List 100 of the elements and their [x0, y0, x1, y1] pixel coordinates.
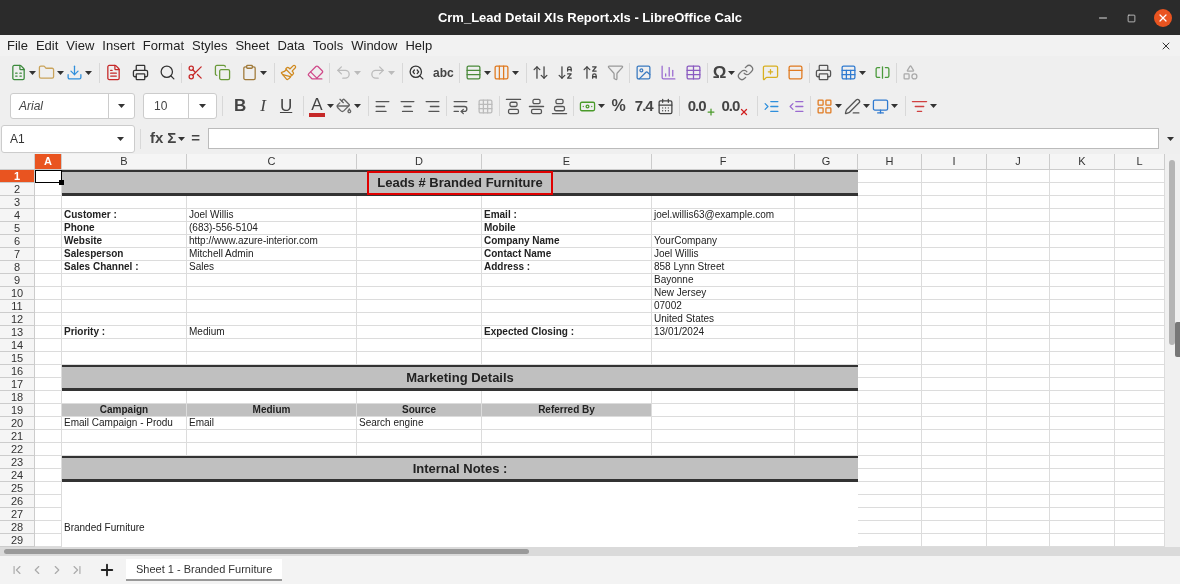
- toolbar-glyph[interactable]: fx: [150, 127, 164, 150]
- toolbar-glyph[interactable]: 0.0: [687, 94, 706, 118]
- font-name-field[interactable]: Arial: [10, 93, 135, 119]
- table-cell[interactable]: 13/01/2024: [652, 326, 795, 339]
- column-header[interactable]: L: [1115, 154, 1165, 170]
- menu-item[interactable]: File: [3, 35, 32, 56]
- menu-item[interactable]: Sheet: [231, 35, 274, 56]
- menu-item[interactable]: Insert: [98, 35, 139, 56]
- font-color-button[interactable]: A: [309, 95, 325, 117]
- field-label[interactable]: Sales Channel :: [62, 261, 187, 274]
- row-header[interactable]: 22: [0, 443, 35, 456]
- row-header[interactable]: 3: [0, 196, 35, 209]
- row-header[interactable]: 29: [0, 534, 35, 547]
- row-header[interactable]: 15: [0, 352, 35, 365]
- row-header[interactable]: 16: [0, 365, 35, 378]
- row-header[interactable]: 25: [0, 482, 35, 495]
- table-cell[interactable]: http://www.azure-interior.com: [187, 235, 357, 248]
- table-cell[interactable]: New Jersey: [652, 287, 795, 300]
- toolbar-glyph[interactable]: %: [611, 94, 626, 118]
- column-header[interactable]: F: [652, 154, 795, 170]
- toolbar-glyph[interactable]: Ω: [712, 59, 727, 86]
- column-heading[interactable]: Medium: [187, 404, 357, 417]
- field-label[interactable]: Phone: [62, 222, 187, 235]
- toolbar-glyph[interactable]: =: [191, 127, 201, 150]
- field-label[interactable]: Company Name: [482, 235, 652, 248]
- row-header[interactable]: 8: [0, 261, 35, 274]
- font-size-field[interactable]: 10: [143, 93, 217, 119]
- column-heading[interactable]: Referred By: [482, 404, 652, 417]
- row-header[interactable]: 4: [0, 209, 35, 222]
- table-cell[interactable]: Email: [187, 417, 357, 430]
- table-cell[interactable]: Bayonne: [652, 274, 795, 287]
- field-label[interactable]: Website: [62, 235, 187, 248]
- toolbar-glyph[interactable]: 7.4: [634, 94, 653, 118]
- field-label[interactable]: Priority :: [62, 326, 187, 339]
- menu-item[interactable]: Tools: [308, 35, 348, 56]
- row-header[interactable]: 23: [0, 456, 35, 469]
- name-box[interactable]: A1: [1, 124, 135, 153]
- menu-item[interactable]: Format: [138, 35, 188, 56]
- column-header[interactable]: H: [858, 154, 922, 170]
- table-cell[interactable]: Email Campaign - Produ: [62, 417, 187, 430]
- row-header[interactable]: 7: [0, 248, 35, 261]
- column-header[interactable]: K: [1050, 154, 1115, 170]
- table-cell[interactable]: Medium: [187, 326, 357, 339]
- row-header[interactable]: 6: [0, 235, 35, 248]
- column-heading[interactable]: Source: [357, 404, 482, 417]
- table-cell[interactable]: Joel Willis: [652, 248, 795, 261]
- table-cell[interactable]: YourCompany: [652, 235, 795, 248]
- row-header[interactable]: 12: [0, 313, 35, 326]
- row-header[interactable]: 24: [0, 469, 35, 482]
- row-header[interactable]: 10: [0, 287, 35, 300]
- menu-item[interactable]: Styles: [188, 35, 232, 56]
- column-heading[interactable]: Campaign: [62, 404, 187, 417]
- column-header[interactable]: J: [987, 154, 1050, 170]
- toolbar-glyph[interactable]: abc: [433, 63, 454, 82]
- row-header[interactable]: 17: [0, 378, 35, 391]
- row-header[interactable]: 20: [0, 417, 35, 430]
- table-cell[interactable]: joel.willis63@example.com: [652, 209, 795, 222]
- column-header[interactable]: E: [482, 154, 652, 170]
- menu-item[interactable]: Edit: [31, 35, 63, 56]
- field-label[interactable]: Email :: [482, 209, 652, 222]
- row-header[interactable]: 11: [0, 300, 35, 313]
- field-label[interactable]: Mobile: [482, 222, 652, 235]
- field-label[interactable]: Address :: [482, 261, 652, 274]
- table-cell[interactable]: Joel Willis: [187, 209, 357, 222]
- menu-item[interactable]: View: [62, 35, 99, 56]
- toolbar-glyph[interactable]: U: [279, 93, 293, 119]
- row-header[interactable]: 19: [0, 404, 35, 417]
- toolbar-glyph[interactable]: Σ: [167, 127, 177, 150]
- row-header[interactable]: 27: [0, 508, 35, 521]
- table-cell[interactable]: United States: [652, 313, 795, 326]
- field-label[interactable]: Customer :: [62, 209, 187, 222]
- table-cell[interactable]: Mitchell Admin: [187, 248, 357, 261]
- column-header[interactable]: D: [357, 154, 482, 170]
- field-label[interactable]: Contact Name: [482, 248, 652, 261]
- toolbar-glyph[interactable]: 0.0: [721, 94, 740, 118]
- table-cell[interactable]: (683)-556-5104: [187, 222, 357, 235]
- toolbar-glyph[interactable]: B: [234, 93, 247, 119]
- column-header[interactable]: A: [35, 154, 62, 170]
- row-header[interactable]: 21: [0, 430, 35, 443]
- row-header[interactable]: 2: [0, 183, 35, 196]
- row-header[interactable]: 9: [0, 274, 35, 287]
- row-header[interactable]: 14: [0, 339, 35, 352]
- toolbar-glyph[interactable]: I: [260, 93, 266, 119]
- row-header[interactable]: 1: [0, 170, 35, 183]
- sheet-tab[interactable]: Sheet 1 - Branded Furniture: [126, 559, 283, 581]
- field-label[interactable]: Salesperson: [62, 248, 187, 261]
- table-cell[interactable]: Search engine: [357, 417, 482, 430]
- table-cell[interactable]: 07002: [652, 300, 795, 313]
- table-cell[interactable]: 858 Lynn Street: [652, 261, 795, 274]
- column-header[interactable]: B: [62, 154, 187, 170]
- column-header[interactable]: I: [922, 154, 987, 170]
- column-header[interactable]: C: [187, 154, 357, 170]
- row-header[interactable]: 26: [0, 495, 35, 508]
- menu-item[interactable]: Window: [347, 35, 402, 56]
- table-cell[interactable]: Sales: [187, 261, 357, 274]
- menu-item[interactable]: Help: [401, 35, 437, 56]
- row-header[interactable]: 28: [0, 521, 35, 534]
- row-header[interactable]: 5: [0, 222, 35, 235]
- row-header[interactable]: 13: [0, 326, 35, 339]
- row-header[interactable]: 18: [0, 391, 35, 404]
